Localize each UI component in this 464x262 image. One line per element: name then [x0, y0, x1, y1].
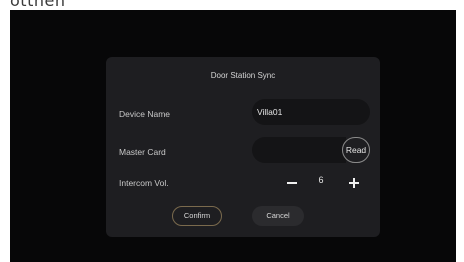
- volume-increment-button[interactable]: [346, 175, 362, 191]
- device-name-label: Device Name: [119, 109, 171, 119]
- device-screen: Door Station Sync Device Name Villa01 Ma…: [10, 10, 456, 262]
- volume-decrement-button[interactable]: [284, 175, 300, 191]
- master-card-label: Master Card: [119, 147, 166, 157]
- door-station-sync-dialog: Door Station Sync Device Name Villa01 Ma…: [106, 57, 380, 237]
- read-card-button[interactable]: Read: [342, 137, 370, 163]
- master-card-field[interactable]: [252, 137, 346, 163]
- cancel-button[interactable]: Cancel: [252, 206, 304, 226]
- minus-icon: [287, 182, 297, 184]
- dialog-title: Door Station Sync: [210, 71, 276, 80]
- volume-value: 6: [318, 175, 324, 185]
- confirm-button[interactable]: Confirm: [172, 206, 222, 226]
- intercom-volume-label: Intercom Vol.: [119, 178, 169, 188]
- device-name-field[interactable]: Villa01: [252, 99, 370, 125]
